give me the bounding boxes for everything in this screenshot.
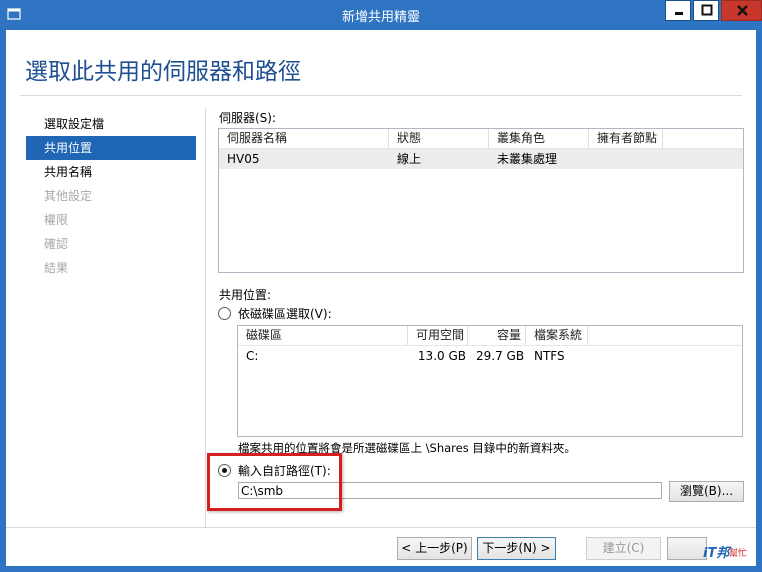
column-header-server-name[interactable]: 伺服器名稱 — [219, 129, 389, 148]
next-button[interactable]: 下一步(N) > — [477, 537, 556, 560]
watermark-text-sub: 幫忙 — [729, 549, 748, 559]
nav-item-other-settings: 其他設定 — [44, 189, 93, 203]
column-header-capacity[interactable]: 容量 — [468, 326, 526, 345]
column-header-volume[interactable]: 磁碟區 — [238, 326, 408, 345]
server-owner-cell — [589, 149, 663, 169]
column-header-status[interactable]: 狀態 — [389, 129, 489, 148]
nav-item-share-location[interactable]: 共用位置 — [26, 136, 196, 160]
free-space-cell: 13.0 GB — [417, 349, 466, 363]
column-header-owner-node[interactable]: 擁有者節點 — [589, 129, 663, 148]
close-button[interactable] — [721, 0, 762, 21]
volume-cell: C: — [246, 349, 259, 363]
server-label: 伺服器(S): — [219, 111, 277, 125]
nav-item-results: 結果 — [44, 261, 69, 275]
server-list[interactable]: 伺服器名稱 狀態 叢集角色 擁有者節點 HV05 線上 未叢集處理 — [218, 128, 744, 273]
column-header-file-system[interactable]: 檔案系統 — [526, 326, 588, 345]
footer-divider — [6, 527, 756, 528]
close-icon — [737, 5, 748, 16]
maximize-icon — [701, 4, 713, 16]
server-status-cell: 線上 — [397, 152, 422, 166]
wizard-nav: 選取設定檔 共用位置 共用名稱 其他設定 權限 確認 結果 — [26, 112, 196, 280]
server-list-header: 伺服器名稱 狀態 叢集角色 擁有者節點 — [219, 129, 743, 149]
browse-button[interactable]: 瀏覽(B)... — [669, 481, 744, 502]
nav-divider — [205, 108, 206, 528]
volume-list[interactable]: 磁碟區 可用空間 容量 檔案系統 C: 13.0 GB 29.7 GB NTFS — [237, 325, 743, 437]
nav-item-permissions: 權限 — [44, 213, 69, 227]
maximize-button[interactable] — [693, 0, 719, 21]
watermark-logo: iT邦 幫忙 — [703, 540, 759, 568]
window-title: 新增共用精靈 — [341, 10, 420, 25]
column-header-free-space[interactable]: 可用空間 — [408, 326, 468, 345]
cancel-button[interactable] — [667, 537, 707, 560]
select-by-volume-radio[interactable] — [218, 307, 231, 320]
nav-item-share-name[interactable]: 共用名稱 — [26, 160, 196, 184]
server-cluster-role-cell: 未叢集處理 — [497, 152, 558, 166]
file-system-cell: NTFS — [534, 349, 565, 363]
server-name-cell: HV05 — [227, 152, 260, 166]
column-header-cluster-role[interactable]: 叢集角色 — [489, 129, 589, 148]
server-row[interactable]: HV05 線上 未叢集處理 — [219, 149, 743, 169]
page-title: 選取此共用的伺服器和路徑 — [25, 59, 301, 85]
capacity-cell: 29.7 GB — [476, 349, 525, 363]
create-button: 建立(C) — [586, 537, 661, 560]
share-location-label: 共用位置: — [219, 288, 272, 302]
minimize-icon — [675, 12, 683, 15]
nav-item-confirmation: 確認 — [44, 237, 69, 251]
nav-item-select-profile[interactable]: 選取設定檔 — [26, 112, 196, 136]
minimize-button[interactable] — [665, 0, 691, 21]
watermark-text-main: iT邦 — [703, 546, 730, 561]
title-bar[interactable]: 新增共用精靈 — [0, 0, 762, 30]
select-by-volume-label[interactable]: 依磁碟區選取(V): — [238, 305, 332, 322]
annotation-highlight-box — [207, 453, 342, 511]
previous-button[interactable]: < 上一步(P) — [397, 537, 472, 560]
volume-row[interactable]: C: 13.0 GB 29.7 GB NTFS — [238, 346, 742, 366]
header-divider — [20, 95, 742, 96]
volume-list-header: 磁碟區 可用空間 容量 檔案系統 — [238, 326, 742, 346]
